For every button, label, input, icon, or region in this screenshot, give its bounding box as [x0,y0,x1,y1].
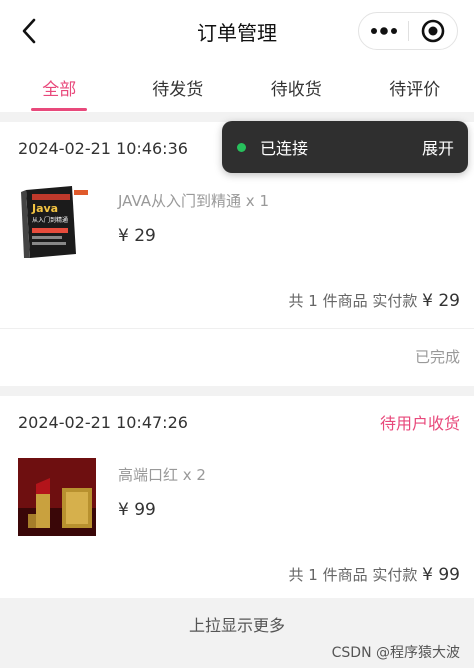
book-cover-image: Java 从入门到精通 [18,184,96,262]
lipstick-image [18,458,96,536]
tab-label: 全部 [42,79,77,100]
order-total-label: 共 1 件商品 实付款 [288,292,418,310]
order-total-label: 共 1 件商品 实付款 [288,566,418,584]
tab-label: 待收货 [270,79,322,100]
tab-pending-shipment[interactable]: 待发货 [119,62,238,112]
watermark: CSDN @程序猿大波 [331,645,460,661]
order-card[interactable]: 2024-02-21 10:47:26 待用户收货 高端口红 x 2 ¥ 99 … [0,396,474,598]
connection-toast[interactable]: 已连接 展开 [222,121,468,173]
order-footer-status: 已完成 [414,348,460,366]
navigation-bar: 订单管理 [0,0,474,62]
order-total-amount: ¥ 29 [422,291,460,311]
tab-label: 待发货 [152,79,204,100]
order-total: 共 1 件商品 实付款 ¥ 99 [289,564,461,585]
order-tabs: 全部 待发货 待收货 待评价 [0,62,474,112]
order-goods[interactable]: 高端口红 x 2 ¥ 99 [18,458,458,538]
order-status: 待用户收货 [379,414,460,433]
tab-pending-receipt[interactable]: 待收货 [237,62,356,112]
expand-button[interactable]: 展开 [422,135,454,159]
divider [0,328,474,329]
tab-pending-review[interactable]: 待评价 [356,62,474,112]
order-goods[interactable]: Java 从入门到精通 JAVA从入门到精通 x 1 ¥ 29 [18,184,458,264]
goods-name: JAVA从入门到精通 x 1 [118,192,269,210]
tab-all[interactable]: 全部 [0,62,119,112]
connected-status-dot-icon [237,142,246,152]
order-time: 2024-02-21 10:46:36 [18,138,188,158]
target-close-icon [421,19,445,43]
tab-label: 待评价 [389,79,441,100]
order-total: 共 1 件商品 实付款 ¥ 29 [289,290,461,311]
connection-status: 已连接 [260,139,309,158]
page-title: 订单管理 [197,20,277,45]
goods-price: ¥ 99 [118,500,156,520]
order-time: 2024-02-21 10:47:26 [18,412,188,432]
more-dots-icon [370,27,397,35]
active-tab-indicator [31,108,88,111]
more-button[interactable] [359,13,408,49]
mini-program-capsule [358,12,458,50]
goods-price: ¥ 29 [118,226,156,246]
close-mini-program-button[interactable] [409,13,457,49]
back-button[interactable] [14,16,44,46]
order-total-amount: ¥ 99 [422,565,460,585]
book-cover-title: Java [31,202,58,215]
order-header: 2024-02-21 10:47:26 待用户收货 [18,396,460,448]
book-cover-subtitle: 从入门到精通 [32,216,68,224]
goods-name: 高端口红 x 2 [118,466,206,484]
chevron-left-icon [22,18,36,44]
